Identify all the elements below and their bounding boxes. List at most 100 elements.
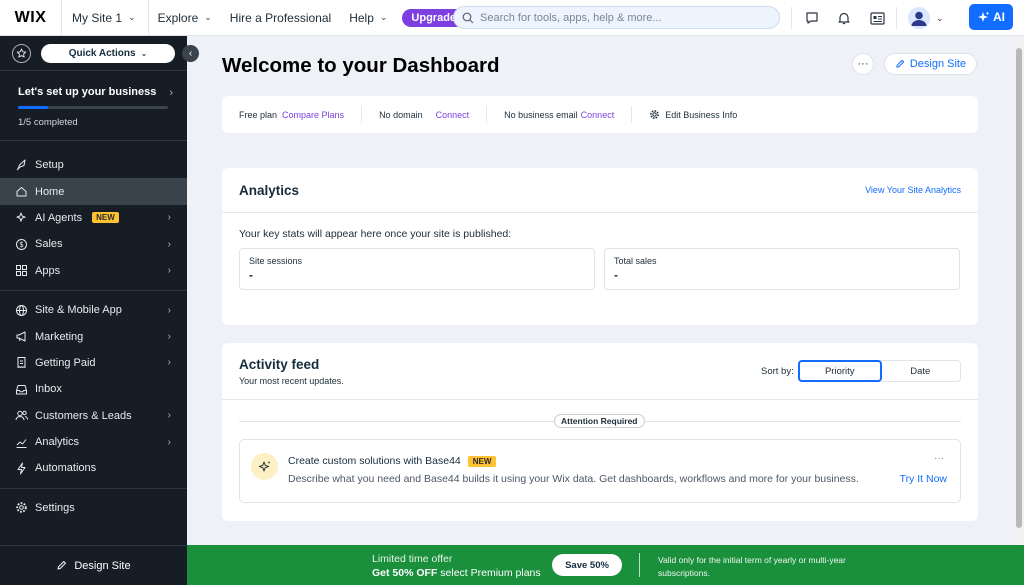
sidebar-item-label: Marketing — [35, 330, 84, 343]
sort-priority-button[interactable]: Priority — [798, 360, 882, 382]
sidebar-item-setup[interactable]: Setup — [0, 152, 187, 178]
nav-hire-professional[interactable]: Hire a Professional — [221, 0, 340, 36]
activity-subtitle: Your most recent updates. — [239, 376, 344, 386]
more-options-button[interactable]: ··· — [852, 53, 874, 75]
divider — [896, 7, 897, 29]
analytics-note: Your key stats will appear here once you… — [239, 228, 512, 240]
chevron-down-icon: ⌄ — [128, 12, 136, 22]
email-text: No business email — [504, 109, 578, 120]
sidebar-item-marketing[interactable]: Marketing › — [0, 323, 187, 349]
activity-title: Activity feed — [239, 357, 320, 372]
sidebar-header: Quick Actions ⌄ — [0, 36, 187, 71]
sort-date-button[interactable]: Date — [881, 361, 961, 381]
sidebar-item-sales[interactable]: $ Sales › — [0, 231, 187, 257]
pencil-icon — [57, 561, 67, 570]
sidebar-item-label: Sales — [35, 238, 63, 251]
analytics-title: Analytics — [239, 182, 300, 198]
nav-help[interactable]: Help ⌄ — [340, 0, 396, 36]
sidebar-item-getting-paid[interactable]: Getting Paid › — [0, 350, 187, 376]
sidebar-item-label: Settings — [35, 501, 75, 514]
scrollbar[interactable] — [1014, 36, 1024, 545]
gear-icon — [14, 501, 28, 515]
sidebar-item-automations[interactable]: Automations — [0, 455, 187, 481]
chevron-down-icon: ⌄ — [204, 12, 212, 22]
connect-domain-link[interactable]: Connect — [436, 110, 470, 120]
sidebar-item-apps[interactable]: Apps › — [0, 258, 187, 284]
divider — [486, 106, 488, 123]
stat-label: Total sales — [614, 256, 657, 266]
chevron-right-icon: › — [167, 436, 171, 448]
divider — [791, 7, 792, 29]
stat-label: Site sessions — [249, 256, 303, 266]
bolt-icon — [14, 461, 28, 475]
stat-value: - — [249, 268, 253, 282]
analytics-card: Analytics View Your Site Analytics Your … — [222, 168, 978, 325]
top-bar: WIX My Site 1 ⌄ Explore ⌄ Hire a Profess… — [0, 0, 1024, 36]
chat-icon[interactable] — [803, 9, 821, 27]
chart-icon — [14, 435, 28, 449]
site-switcher[interactable]: My Site 1 ⌄ — [62, 0, 149, 36]
ai-button[interactable]: AI — [969, 4, 1013, 30]
setup-progress-fill — [18, 106, 48, 109]
sidebar-item-analytics[interactable]: Analytics › — [0, 429, 187, 455]
attention-divider: Attention Required — [222, 413, 978, 429]
chevron-right-icon: › — [167, 265, 171, 277]
dollar-icon: $ — [14, 237, 28, 251]
design-site-button[interactable]: Design Site — [884, 53, 977, 75]
menu-divider — [0, 487, 187, 489]
chevron-down-icon: ⌄ — [140, 48, 148, 58]
promo-note: Valid only for the initial term of yearl… — [658, 555, 846, 578]
sidebar-item-site-mobile-app[interactable]: Site & Mobile App › — [0, 297, 187, 323]
save-50-button[interactable]: Save 50% — [552, 554, 622, 576]
search-bar[interactable] — [453, 6, 780, 29]
view-analytics-link[interactable]: View Your Site Analytics — [865, 185, 961, 195]
sidebar-item-ai-agents[interactable]: AI Agents NEW › — [0, 205, 187, 231]
account-menu[interactable]: ⌄ — [908, 7, 944, 29]
sidebar: Quick Actions ⌄ Let's set up your busine… — [0, 36, 187, 585]
chevron-down-icon: ⌄ — [936, 12, 944, 23]
new-badge: NEW — [92, 212, 119, 224]
compare-plans-link[interactable]: Compare Plans — [282, 110, 344, 120]
promo-offer: Get 50% OFF select Premium plans — [372, 567, 541, 579]
collapse-sidebar-button[interactable]: ‹ — [182, 45, 199, 62]
chevron-right-icon: › — [167, 331, 171, 343]
wix-logo[interactable]: WIX — [0, 0, 62, 36]
sidebar-item-label: AI Agents — [35, 211, 83, 224]
sparkle-icon — [251, 453, 278, 480]
bell-icon[interactable] — [835, 9, 853, 27]
sparkle-icon — [978, 11, 990, 22]
plan-text: Free plan — [239, 109, 278, 120]
people-icon — [14, 409, 28, 423]
stat-value: - — [614, 268, 618, 282]
star-icon[interactable] — [12, 43, 31, 63]
feed-item-more-button[interactable]: ··· — [934, 453, 944, 464]
pencil-icon — [896, 59, 904, 68]
nav-explore[interactable]: Explore ⌄ — [149, 0, 221, 36]
divider — [361, 106, 363, 123]
sidebar-item-customers-leads[interactable]: Customers & Leads › — [0, 403, 187, 429]
feed-item-description: Describe what you need and Base44 builds… — [288, 473, 859, 485]
quick-actions-button[interactable]: Quick Actions ⌄ — [41, 43, 175, 63]
setup-progress-card[interactable]: Let's set up your business › 1/5 complet… — [0, 71, 187, 141]
search-input[interactable] — [480, 11, 760, 24]
sidebar-item-settings[interactable]: Settings — [0, 495, 187, 521]
sidebar-item-home[interactable]: Home — [0, 178, 187, 205]
sidebar-menu: Setup Home AI Agents NEW › $ Sales › Apps › Site &… — [0, 141, 187, 521]
promo-offer-rest: select Premium plans — [437, 567, 541, 579]
connect-email-link[interactable]: Connect — [581, 110, 615, 120]
sidebar-item-inbox[interactable]: Inbox — [0, 376, 187, 402]
sidebar-design-site-button[interactable]: Design Site — [0, 545, 187, 585]
new-badge: NEW — [467, 455, 497, 467]
promo-banner: Limited time offer Get 50% OFF select Pr… — [187, 545, 1024, 585]
activity-feed-card: Activity feed Your most recent updates. … — [222, 343, 978, 521]
sort-toggle: Priority Date — [798, 360, 961, 382]
edit-business-info-button[interactable]: Edit Business Info — [649, 109, 737, 120]
avatar — [908, 7, 930, 29]
sidebar-item-label: Automations — [35, 462, 97, 475]
try-it-now-link[interactable]: Try It Now — [900, 473, 947, 485]
chevron-down-icon: ⌄ — [379, 12, 388, 22]
site-sessions-stat: Site sessions - — [239, 248, 595, 290]
scrollbar-thumb[interactable] — [1016, 48, 1022, 528]
profile-card-icon[interactable] — [868, 9, 886, 27]
nav-hire-label: Hire a Professional — [229, 10, 332, 25]
